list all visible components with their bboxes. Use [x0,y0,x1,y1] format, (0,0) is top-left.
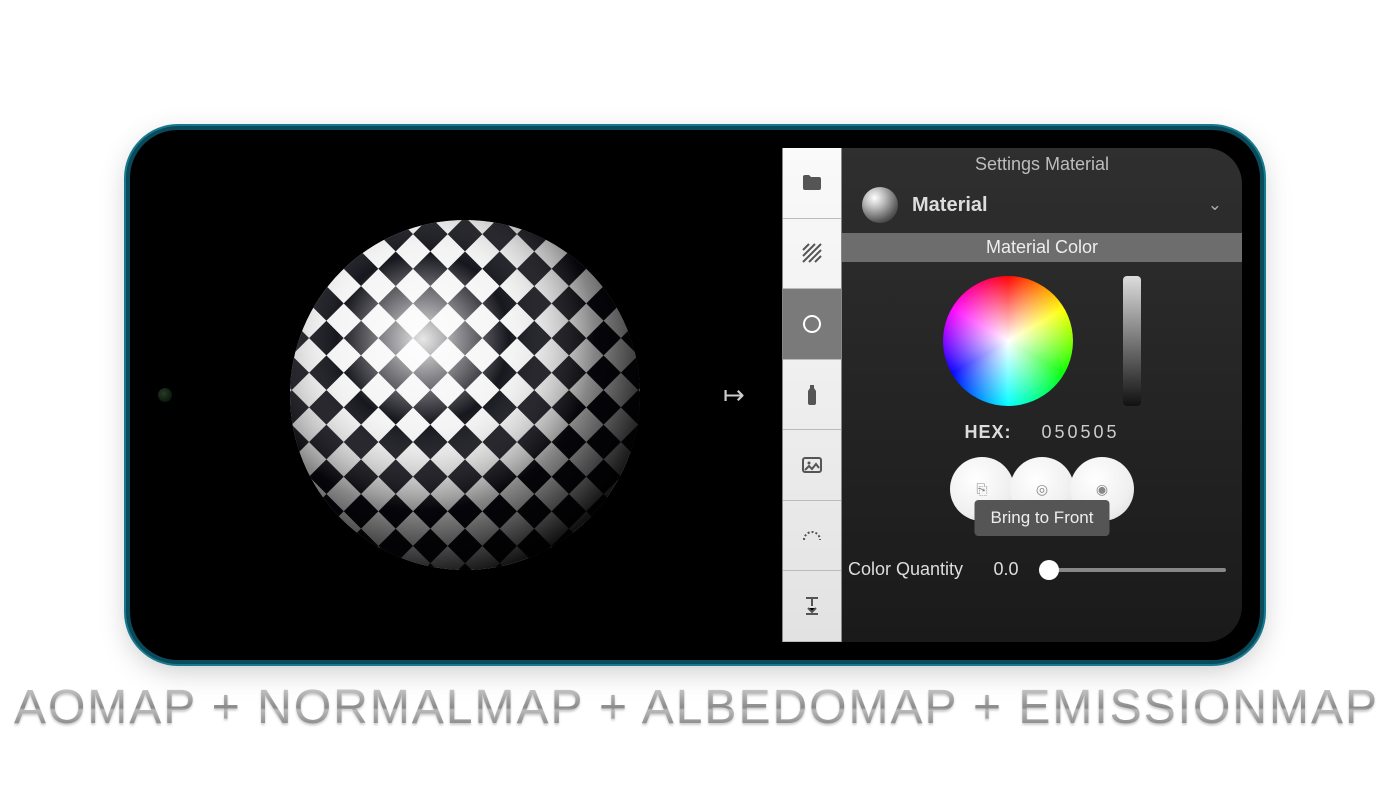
image-add-icon [800,453,824,477]
color-wheel[interactable] [943,276,1073,406]
front-camera [158,388,172,402]
bottle-icon [800,383,824,407]
color-quantity-slider[interactable] [1049,568,1226,572]
tool-align[interactable] [783,571,841,642]
viewport-3d[interactable]: ↦ [148,148,782,642]
folder-icon [800,171,824,195]
color-quantity-row: Color Quantity 0.0 [842,529,1242,580]
inspector-title: Settings Material [842,152,1242,183]
color-quantity-value: 0.0 [981,559,1031,580]
promo-caption: AOMAP + NORMALMAP + ALBEDOMAP + EMISSION… [0,680,1393,735]
texture-icon [800,241,824,265]
material-swatch-icon [862,187,898,223]
hex-label: HEX: [964,422,1011,443]
material-name: Material [912,194,1194,217]
section-material-color: Material Color [842,233,1242,262]
tool-material[interactable] [783,289,841,360]
curve-icon [800,524,824,548]
align-icon [800,594,824,618]
hex-row: HEX: 050505 [842,412,1242,457]
chevron-down-icon: ⌄ [1208,195,1222,215]
tooltip-bring-to-front: Bring to Front [975,500,1110,536]
value-slider[interactable] [1123,276,1141,406]
color-picker-area [842,262,1242,412]
slider-thumb[interactable] [1039,560,1059,580]
sphere-preview[interactable] [290,220,640,570]
tool-image[interactable] [783,430,841,501]
app-screen: ↦ [148,148,1242,642]
tool-object[interactable] [783,360,841,431]
material-selector[interactable]: Material ⌄ [842,183,1242,233]
tool-curve[interactable] [783,501,841,572]
circle-icon [800,312,824,336]
phone-frame: ↦ [130,130,1260,660]
panel-expand-handle[interactable]: ↦ [723,380,745,411]
tool-texture[interactable] [783,219,841,290]
color-quantity-label: Color Quantity [848,559,963,580]
hex-value[interactable]: 050505 [1041,422,1119,443]
tool-folder[interactable] [783,148,841,219]
tool-column [782,148,842,642]
inspector-panel: Settings Material Material ⌄ Material Co… [842,148,1242,642]
